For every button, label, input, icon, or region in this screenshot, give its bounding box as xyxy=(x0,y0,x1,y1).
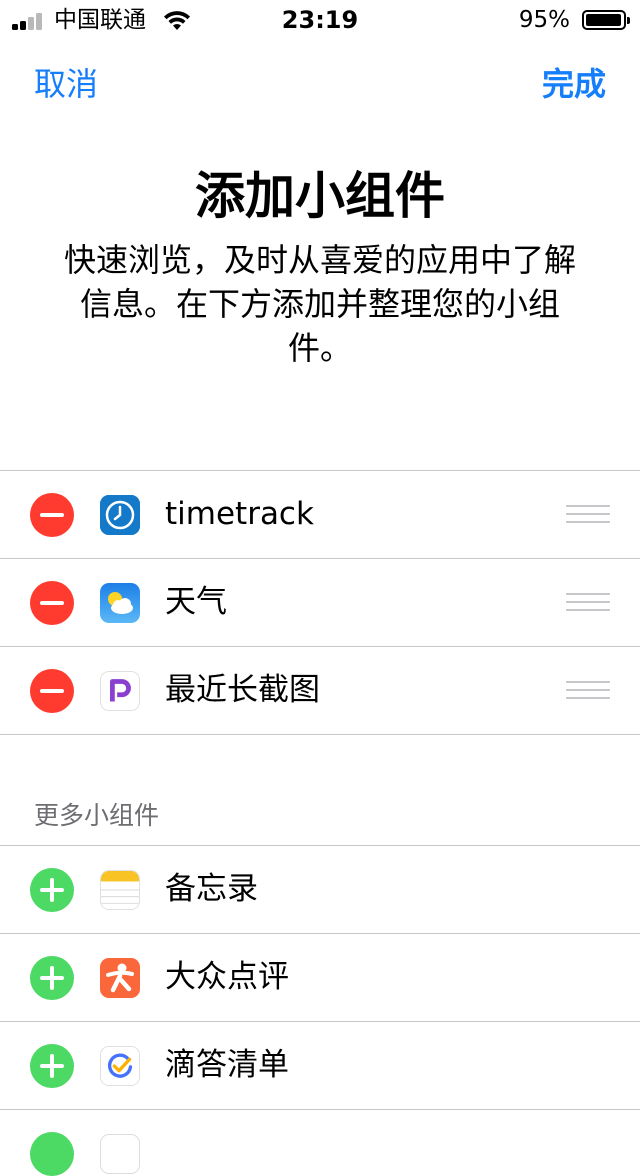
more-widgets-list: 备忘录 大众点评 滴答清单 xyxy=(0,845,640,1176)
ticktick-icon xyxy=(100,1046,140,1086)
remove-widget-button[interactable] xyxy=(30,581,74,625)
weather-icon xyxy=(100,583,140,623)
timetrack-clock-icon xyxy=(100,495,140,535)
add-widget-button[interactable] xyxy=(30,1132,74,1176)
app-icon xyxy=(100,1134,140,1174)
page-title: 添加小组件 xyxy=(195,167,445,225)
notes-icon xyxy=(100,870,140,910)
dianping-icon xyxy=(100,958,140,998)
battery-percent: 95% xyxy=(518,7,570,33)
widget-name: 滴答清单 xyxy=(165,1047,289,1083)
widget-row-timetrack: timetrack xyxy=(0,471,640,559)
page-subtitle: 快速浏览，及时从喜爱的应用中了解信息。在下方添加并整理您的小组件。 xyxy=(63,241,576,367)
remove-widget-button[interactable] xyxy=(30,493,74,537)
widget-name: 大众点评 xyxy=(165,959,289,995)
widget-row-notes: 备忘录 xyxy=(0,846,640,934)
add-widget-button[interactable] xyxy=(30,1044,74,1088)
widget-name: 最近长截图 xyxy=(165,672,320,708)
longshot-p-icon xyxy=(100,671,140,711)
cancel-button[interactable]: 取消 xyxy=(34,64,98,104)
widget-name: 天气 xyxy=(165,584,227,620)
battery-icon xyxy=(582,10,630,30)
widget-row-ticktick: 滴答清单 xyxy=(0,1022,640,1110)
widget-name: timetrack xyxy=(165,496,314,532)
active-widgets-list: timetrack 天气 最近长截图 xyxy=(0,470,640,735)
widget-row-longshot: 最近长截图 xyxy=(0,647,640,735)
reorder-handle-icon[interactable] xyxy=(566,593,610,611)
widget-row-weather: 天气 xyxy=(0,559,640,647)
remove-widget-button[interactable] xyxy=(30,669,74,713)
widget-name: 备忘录 xyxy=(165,871,258,907)
reorder-handle-icon[interactable] xyxy=(566,681,610,699)
widget-row-dianping: 大众点评 xyxy=(0,934,640,1022)
reorder-handle-icon[interactable] xyxy=(566,505,610,523)
done-button[interactable]: 完成 xyxy=(542,64,606,104)
add-widget-button[interactable] xyxy=(30,868,74,912)
add-widget-button[interactable] xyxy=(30,956,74,1000)
more-widgets-header: 更多小组件 xyxy=(34,801,160,830)
status-bar: 中国联通 23:19 95% xyxy=(0,0,640,40)
widget-row-partial xyxy=(0,1110,640,1176)
